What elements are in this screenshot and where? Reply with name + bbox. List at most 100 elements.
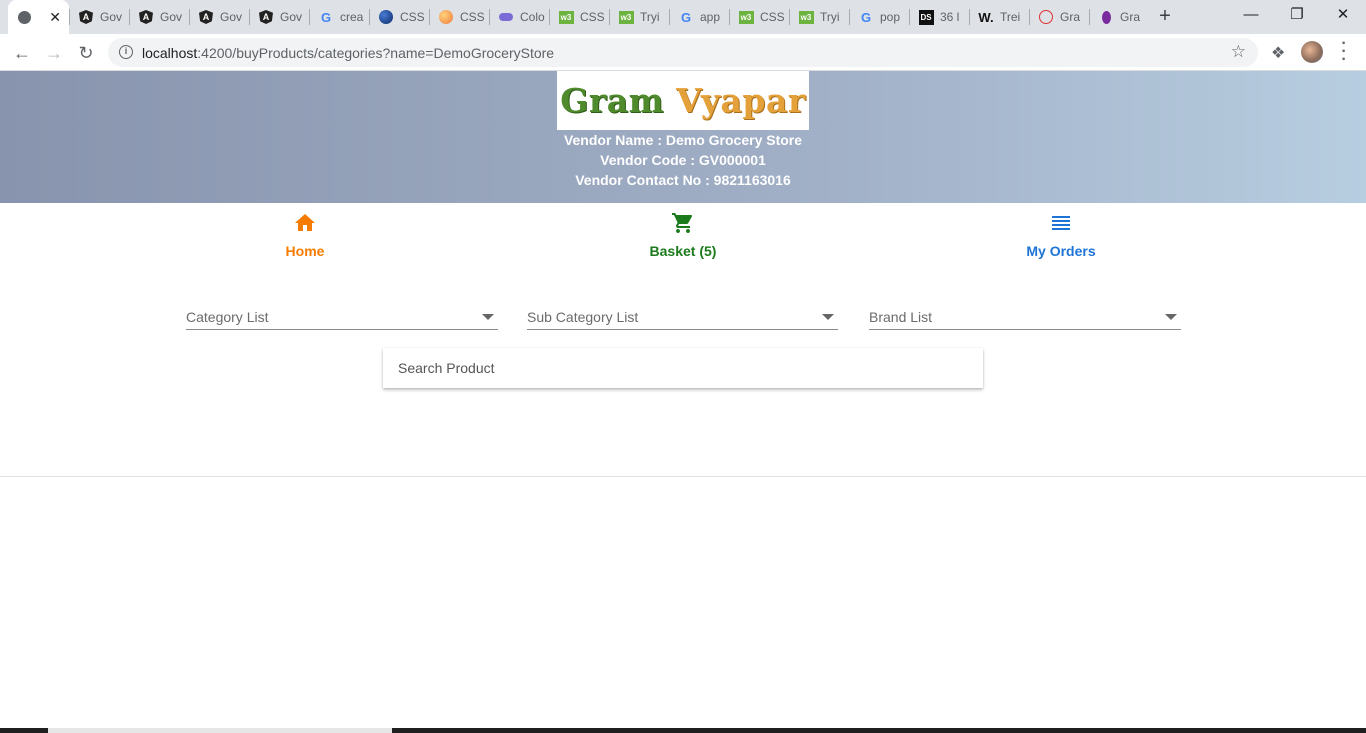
browser-tab-label: Gov: [280, 10, 303, 24]
browser-tab[interactable]: A Gov: [190, 0, 248, 34]
logo-vyapar-text: Vyapar: [676, 81, 806, 120]
search-product-input[interactable]: [398, 348, 968, 388]
browser-tab[interactable]: CSS: [430, 0, 488, 34]
vendor-code: Vendor Code : GV000001: [600, 152, 766, 168]
url-host: localhost: [142, 45, 198, 61]
browser-tab-label: Gov: [160, 10, 183, 24]
logo-gram-text: Gram: [560, 81, 665, 120]
search-card: [383, 348, 983, 388]
browser-tab-label: CSS: [400, 10, 425, 24]
browser-tab[interactable]: DS 36 l: [910, 0, 968, 34]
back-arrow-icon[interactable]: ←: [8, 39, 36, 67]
tab-separator: [1029, 9, 1030, 25]
w3-icon: w3: [798, 9, 814, 25]
browser-tab-label: crea: [340, 10, 364, 24]
nav-my-orders[interactable]: My Orders: [981, 211, 1141, 259]
browser-tab-label: Colo: [520, 10, 545, 24]
site-info-icon[interactable]: i: [119, 45, 133, 59]
ds-icon: DS: [918, 9, 934, 25]
browser-tab-label: Gov: [220, 10, 243, 24]
forward-arrow-icon[interactable]: →: [40, 39, 68, 67]
browser-tab-label: Tryi: [820, 10, 840, 24]
close-tab-icon[interactable]: ✕: [49, 9, 61, 26]
tab-separator: [789, 9, 790, 25]
restore-button[interactable]: ❐: [1274, 0, 1320, 30]
tab-separator: [129, 9, 130, 25]
browser-tab[interactable]: w3 Tryi: [790, 0, 848, 34]
google-icon: G: [320, 9, 332, 25]
browser-tab-label: CSS: [460, 10, 485, 24]
browser-tab-label: Gra: [1120, 10, 1141, 24]
browser-menu-icon[interactable]: · · ·: [1338, 36, 1350, 68]
browser-tab-label: Gra: [1060, 10, 1081, 24]
browser-tab[interactable]: ✕: [8, 0, 69, 34]
sub-category-select-label: Sub Category List: [527, 309, 639, 325]
tab-separator: [309, 9, 310, 25]
tab-separator: [429, 9, 430, 25]
dropdown-arrow-icon: [482, 314, 494, 320]
url-text[interactable]: localhost:4200/buyProducts/categories?na…: [142, 45, 554, 61]
reload-icon[interactable]: ↻: [72, 39, 100, 67]
browser-tab-label: pop: [880, 10, 901, 24]
browser-tab[interactable]: Gra: [1030, 0, 1088, 34]
angular-icon: A: [198, 9, 214, 25]
blue-circle-icon: [378, 9, 394, 25]
browser-tab[interactable]: w3 Tryi: [610, 0, 668, 34]
browser-tab-label: CSS: [760, 10, 785, 24]
category-select-label: Category List: [186, 309, 269, 325]
orange-circle-icon: [438, 9, 454, 25]
tab-separator: [249, 9, 250, 25]
browser-tab[interactable]: w3 CSS: [550, 0, 608, 34]
browser-tab[interactable]: Gcrea: [310, 0, 368, 34]
browser-tab[interactable]: w3 CSS: [730, 0, 788, 34]
tab-separator: [969, 9, 970, 25]
browser-tab[interactable]: W. Trei: [970, 0, 1028, 34]
vendor-contact: Vendor Contact No : 9821163016: [575, 172, 791, 188]
content-divider: [0, 476, 1366, 477]
browser-tab[interactable]: CSS: [370, 0, 428, 34]
dropdown-arrow-icon: [822, 314, 834, 320]
browser-tab[interactable]: A Gov: [70, 0, 128, 34]
angular-icon: A: [138, 9, 154, 25]
tab-separator: [909, 9, 910, 25]
browser-tab[interactable]: Gpop: [850, 0, 908, 34]
tab-separator: [849, 9, 850, 25]
category-select[interactable]: Category List: [186, 302, 498, 330]
close-window-button[interactable]: ✕: [1320, 0, 1366, 30]
brand-select[interactable]: Brand List: [869, 302, 1181, 330]
browser-tab-label: Gov: [100, 10, 123, 24]
address-bar[interactable]: i localhost:4200/buyProducts/categories?…: [108, 38, 1258, 67]
browser-tab-label: Trei: [1000, 10, 1021, 24]
w3-icon: w3: [558, 9, 574, 25]
nav-home[interactable]: Home: [225, 211, 385, 259]
w3-icon: w3: [618, 9, 634, 25]
nav-home-label: Home: [285, 243, 325, 259]
browser-tab[interactable]: Gra: [1090, 0, 1148, 34]
profile-avatar[interactable]: [1301, 41, 1323, 63]
minimize-button[interactable]: —: [1228, 0, 1274, 30]
extensions-puzzle-icon[interactable]: ❖: [1271, 43, 1285, 63]
google-icon: G: [860, 9, 872, 25]
purple-cloud-icon: [498, 9, 514, 25]
new-tab-button[interactable]: +: [1153, 5, 1177, 29]
url-path: :4200/buyProducts/categories?name=DemoGr…: [197, 45, 555, 61]
bookmark-star-icon[interactable]: ☆: [1231, 42, 1246, 62]
brand-select-label: Brand List: [869, 309, 933, 325]
browser-tab[interactable]: Gapp: [670, 0, 728, 34]
browser-tab-label: app: [700, 10, 721, 24]
nav-my-orders-label: My Orders: [1026, 243, 1096, 259]
w-icon: W.: [978, 9, 994, 25]
vendor-banner: Gram Vyapar Vendor Name : Demo Grocery S…: [0, 71, 1366, 203]
dropdown-arrow-icon: [1165, 314, 1177, 320]
nav-basket[interactable]: Basket (5): [603, 211, 763, 259]
tab-separator: [549, 9, 550, 25]
tab-separator: [69, 9, 70, 25]
angular-icon: A: [258, 9, 274, 25]
sub-category-select[interactable]: Sub Category List: [527, 302, 838, 330]
browser-tab[interactable]: Colo: [490, 0, 548, 34]
browser-tab[interactable]: A Gov: [250, 0, 308, 34]
tab-separator: [609, 9, 610, 25]
tab-separator: [489, 9, 490, 25]
home-icon: [295, 214, 315, 231]
browser-tab[interactable]: A Gov: [130, 0, 188, 34]
